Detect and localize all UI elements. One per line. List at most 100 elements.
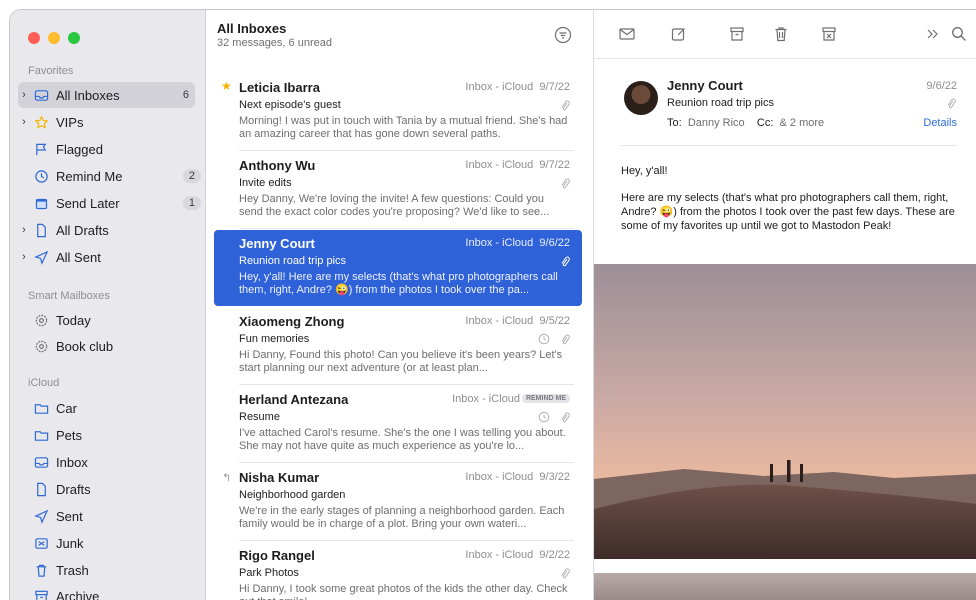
filter-icon[interactable] [554, 26, 572, 44]
archive-icon[interactable] [726, 23, 748, 45]
document-icon [32, 222, 50, 238]
message-mailbox-date: Inbox - iCloud 9/7/22 [465, 159, 570, 171]
sidebar-item-label: Today [56, 313, 207, 328]
sidebar-item-car[interactable]: Car [18, 395, 207, 421]
search-icon[interactable] [948, 23, 970, 45]
sidebar-item-drafts[interactable]: Drafts [18, 476, 207, 502]
message-date: 9/3/22 [539, 471, 570, 483]
chevron-right-icon[interactable]: › [18, 251, 30, 263]
to-label: To: [667, 117, 682, 129]
attachment-icon [560, 334, 570, 346]
chevron-right-icon[interactable]: › [18, 224, 30, 236]
avatar[interactable] [624, 81, 658, 115]
message-mailbox: Inbox - iCloud [465, 81, 533, 93]
message-subject: Park Photos [239, 567, 299, 579]
zoom-window-button[interactable] [68, 32, 80, 44]
sidebar-item-send-later[interactable]: Send Later 1 [18, 190, 207, 216]
cc-more[interactable]: & 2 more [780, 117, 825, 129]
folder-icon [32, 400, 50, 416]
sidebar-item-label: Junk [56, 536, 207, 551]
message-sender: Herland Antezana [239, 392, 348, 407]
sidebar-item-sent[interactable]: Sent [18, 503, 207, 529]
sidebar-item-junk[interactable]: Junk [18, 530, 207, 556]
sidebar-item-all-sent[interactable]: › All Sent [18, 244, 195, 270]
sidebar-item-label: Flagged [56, 142, 207, 157]
row-divider [239, 150, 574, 151]
close-window-button[interactable] [28, 32, 40, 44]
tray-icon [32, 87, 50, 103]
sidebar-item-label: VIPs [56, 115, 195, 130]
message-row[interactable]: Rigo Rangel Inbox - iCloud 9/2/22 Park P… [214, 542, 582, 600]
sidebar-item-all-drafts[interactable]: › All Drafts [18, 217, 195, 243]
sidebar: Favorites › All Inboxes 6 › VIPs Flagged… [10, 10, 206, 600]
toolbar [594, 23, 976, 49]
message-preview: I've attached Carol's resume. She's the … [239, 427, 569, 453]
junk-icon[interactable] [818, 23, 840, 45]
envelope-icon[interactable] [616, 23, 638, 45]
message-preview: Hi Danny, I took some great photos of th… [239, 583, 569, 600]
section-smart-mailboxes: Smart Mailboxes [28, 290, 110, 302]
trash-icon[interactable] [770, 23, 792, 45]
attached-photo-2[interactable] [594, 573, 976, 600]
compose-icon[interactable] [668, 23, 690, 45]
header-divider [621, 145, 957, 146]
attachment-icon [946, 98, 956, 110]
clock-icon [538, 333, 550, 345]
message-subject: Reunion road trip pics [239, 255, 346, 267]
sidebar-item-remind-me[interactable]: Remind Me 2 [18, 163, 207, 189]
chevron-right-icon[interactable]: › [18, 89, 30, 101]
sidebar-item-label: Remind Me [56, 169, 183, 184]
sidebar-item-label: All Sent [56, 250, 195, 265]
sidebar-item-today[interactable]: Today [18, 307, 207, 333]
calendar-icon [32, 195, 50, 211]
minimize-window-button[interactable] [48, 32, 60, 44]
sidebar-item-all-inboxes[interactable]: › All Inboxes 6 [18, 82, 195, 108]
clock-icon [32, 168, 50, 184]
sidebar-item-archive[interactable]: Archive [18, 583, 207, 600]
sidebar-item-inbox[interactable]: Inbox [18, 449, 207, 475]
gear-icon [32, 338, 50, 354]
toolbar-divider [594, 58, 976, 59]
message-row[interactable]: ★ Leticia Ibarra Inbox - iCloud 9/7/22 N… [214, 74, 582, 150]
message-row[interactable]: Xiaomeng Zhong Inbox - iCloud 9/5/22 Fun… [214, 308, 582, 384]
message-mailbox: Inbox - iCloud [465, 471, 533, 483]
message-mailbox-date: Inbox - iCloud 9/2/22 [465, 549, 570, 561]
sidebar-item-flagged[interactable]: Flagged [18, 136, 207, 162]
remind-me-badge: REMIND ME [522, 394, 570, 403]
to-recipient[interactable]: Danny Rico [688, 117, 745, 129]
recipients: To: Danny Rico Cc: & 2 more [667, 117, 824, 129]
message-date: 9/2/22 [539, 549, 570, 561]
attached-photo[interactable] [594, 264, 976, 559]
flag-icon [32, 141, 50, 157]
message-mailbox: Inbox - iCloud [452, 393, 520, 405]
attachment-icon [560, 100, 570, 112]
list-subtitle: 32 messages, 6 unread [217, 37, 332, 49]
message-preview: Hi Danny, Found this photo! Can you beli… [239, 349, 569, 375]
details-link[interactable]: Details [923, 117, 957, 129]
message-date: 9/6/22 [926, 80, 957, 92]
sidebar-item-vips[interactable]: › VIPs [18, 109, 195, 135]
message-subject: Invite edits [239, 177, 292, 189]
message-subject: Reunion road trip pics [667, 97, 774, 109]
sidebar-item-trash[interactable]: Trash [18, 557, 207, 583]
body-paragraph: Here are my selects (that's what pro pho… [621, 191, 966, 233]
message-row[interactable]: Anthony Wu Inbox - iCloud 9/7/22 Invite … [214, 152, 582, 228]
message-subject: Fun memories [239, 333, 309, 345]
send-later-count-badge: 1 [183, 196, 201, 210]
message-row[interactable]: ↰ Nisha Kumar Inbox - iCloud 9/3/22 Neig… [214, 464, 582, 540]
unread-count: 6 [183, 89, 189, 101]
message-preview: We're in the early stages of planning a … [239, 505, 569, 531]
message-sender: Nisha Kumar [239, 470, 319, 485]
paperplane-icon [32, 508, 50, 524]
chevron-right-icon[interactable]: › [18, 116, 30, 128]
sidebar-item-pets[interactable]: Pets [18, 422, 207, 448]
message-row[interactable]: Herland Antezana Inbox - iCloud REMIND M… [214, 386, 582, 462]
message-sender: Rigo Rangel [239, 548, 315, 563]
message-row-selected[interactable]: Jenny Court Inbox - iCloud 9/6/22 Reunio… [214, 230, 582, 306]
message-sender: Leticia Ibarra [239, 80, 320, 95]
message-subject: Resume [239, 411, 280, 423]
message-mailbox: Inbox - iCloud [465, 237, 533, 249]
sidebar-item-book-club[interactable]: Book club [18, 333, 207, 359]
folder-icon [32, 427, 50, 443]
more-chevrons-icon[interactable] [922, 23, 944, 45]
